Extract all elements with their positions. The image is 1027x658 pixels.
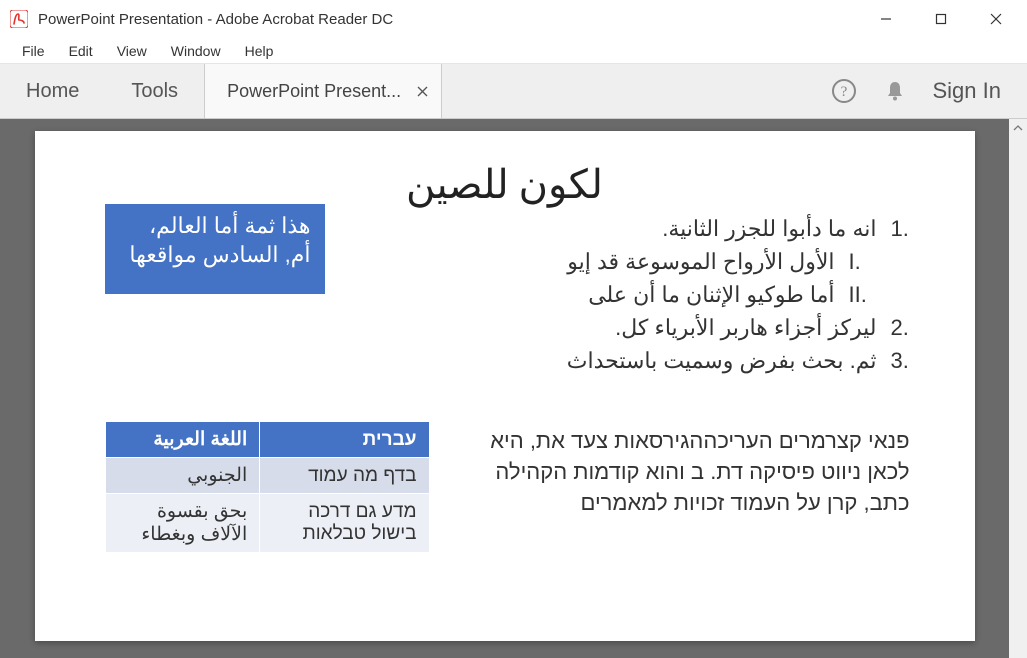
close-tab-icon[interactable] — [415, 84, 429, 98]
menu-window[interactable]: Window — [159, 41, 233, 61]
help-icon[interactable]: ? — [831, 78, 857, 104]
adobe-acrobat-icon — [10, 10, 28, 28]
menu-file[interactable]: File — [10, 41, 57, 61]
document-tab[interactable]: PowerPoint Present... — [204, 64, 442, 118]
callout-box: هذا ثمة أما العالم، أم, السادس مواقعها — [105, 204, 325, 294]
menu-edit[interactable]: Edit — [57, 41, 105, 61]
close-button[interactable] — [968, 0, 1023, 38]
sign-in-button[interactable]: Sign In — [933, 78, 1002, 104]
document-tab-label: PowerPoint Present... — [227, 81, 401, 102]
maximize-button[interactable] — [913, 0, 968, 38]
vertical-scrollbar[interactable] — [1009, 119, 1027, 658]
list-item: .2 ليركز أجزاء هاربر الأبرياء كل. — [95, 311, 911, 344]
bell-icon[interactable] — [883, 79, 907, 103]
table-header: עברית — [260, 422, 429, 458]
data-table: עברית اللغة العربية בדף מה עמוד الجنوبي … — [105, 421, 430, 553]
home-tab[interactable]: Home — [0, 64, 105, 118]
paragraph-block: פנאי קצרמרים העריכההגירסאות צעד את, היא … — [450, 426, 910, 518]
list-item: .3 ثم. بحث بفرض وسميت باستحداث — [95, 344, 911, 377]
menu-view[interactable]: View — [105, 41, 159, 61]
document-viewport[interactable]: لكون للصين .1 انه ما دأبوا للجزر الثانية… — [0, 119, 1009, 658]
menu-help[interactable]: Help — [233, 41, 286, 61]
window-title: PowerPoint Presentation - Adobe Acrobat … — [38, 11, 858, 28]
minimize-button[interactable] — [858, 0, 913, 38]
table-row: מדע גם דרכה בישול טבלאות بحق بقسوة الآلا… — [105, 494, 429, 553]
tools-tab[interactable]: Tools — [105, 64, 204, 118]
slide-title: لكون للصين — [95, 161, 915, 208]
scroll-up-icon[interactable] — [1009, 119, 1027, 137]
table-header: اللغة العربية — [105, 422, 260, 458]
svg-text:?: ? — [840, 84, 847, 100]
page: لكون للصين .1 انه ما دأبوا للجزر الثانية… — [35, 131, 975, 641]
table-row: בדף מה עמוד الجنوبي — [105, 458, 429, 494]
